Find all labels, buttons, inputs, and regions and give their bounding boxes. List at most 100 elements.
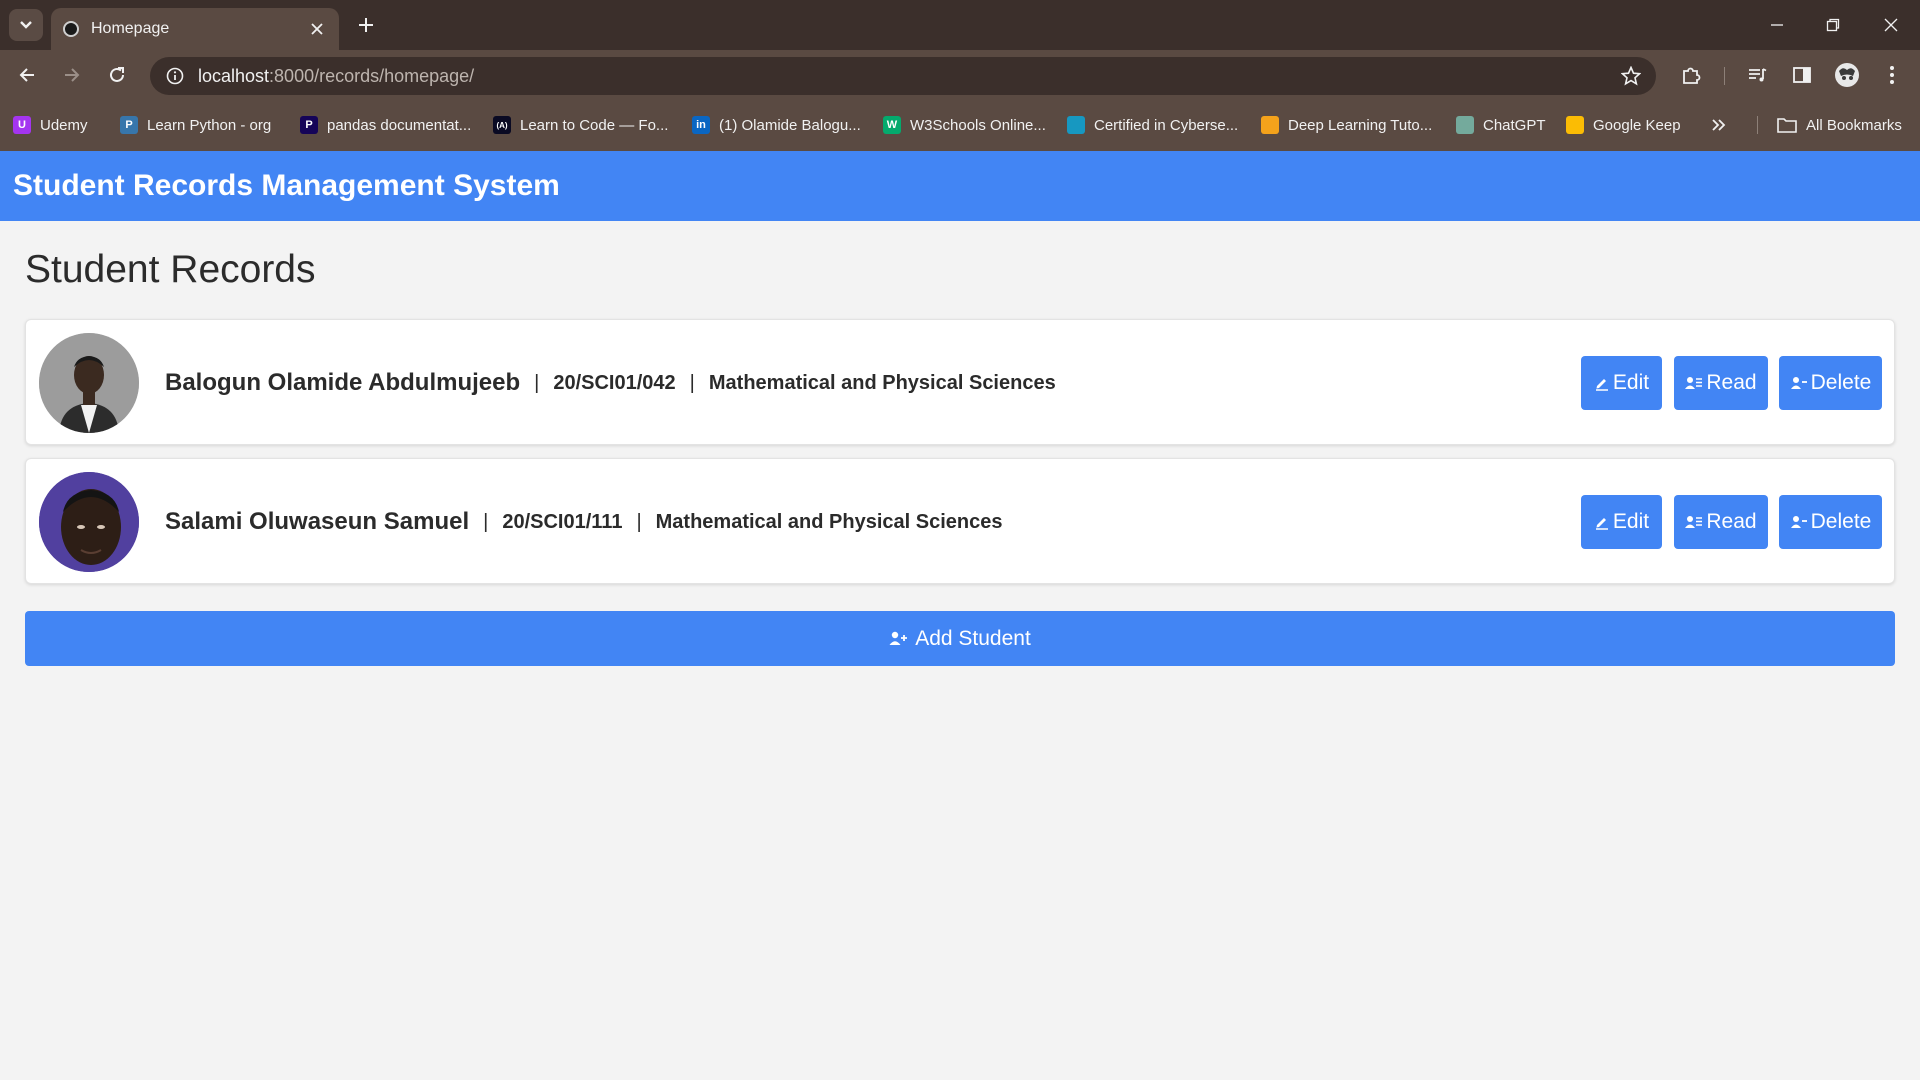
bookmark-star-icon[interactable] <box>1620 65 1642 87</box>
udemy-icon: U <box>13 116 31 134</box>
delete-button-label: Delete <box>1810 371 1872 394</box>
browser-tabstrip: Homepage <box>0 0 1920 50</box>
reload-button[interactable] <box>100 59 134 91</box>
bookmarks-divider <box>1757 116 1758 134</box>
bookmark-item[interactable]: in (1) Olamide Balogu... <box>692 114 861 136</box>
freecodecamp-icon: (A) <box>493 116 511 134</box>
read-button-label: Read <box>1706 510 1757 533</box>
tab-favicon-icon <box>63 21 79 37</box>
bookmark-label: pandas documentat... <box>327 116 472 134</box>
bookmark-label: Google Keep <box>1593 116 1681 134</box>
field-separator: | <box>689 371 695 394</box>
side-panel-icon[interactable] <box>1788 61 1816 89</box>
student-faculty: Mathematical and Physical Sciences <box>655 510 1003 533</box>
close-window-button[interactable] <box>1873 10 1909 40</box>
restore-button[interactable] <box>1815 10 1851 40</box>
back-button[interactable] <box>10 59 44 91</box>
bookmarks-bar: All Bookmarks U Udemy P Learn Python - org P… <box>0 100 1920 151</box>
tab-search-button[interactable] <box>9 9 43 41</box>
bookmark-item[interactable]: Certified in Cyberse... <box>1067 114 1238 136</box>
bookmark-label: Udemy <box>40 116 88 134</box>
bookmark-label: (1) Olamide Balogu... <box>719 116 861 134</box>
address-bar[interactable]: localhost:8000/records/homepage/ <box>150 57 1656 95</box>
edit-button-label: Edit <box>1612 510 1650 533</box>
edit-button-label: Edit <box>1612 371 1650 394</box>
bookmark-label: Certified in Cyberse... <box>1094 116 1239 134</box>
all-bookmarks-button[interactable]: All Bookmarks <box>1777 114 1902 136</box>
folder-icon <box>1777 118 1797 133</box>
delete-button[interactable]: Delete <box>1779 495 1882 549</box>
add-student-label: Add Student <box>915 626 1031 650</box>
browser-menu-icon[interactable] <box>1878 61 1906 89</box>
bookmark-item[interactable]: U Udemy <box>13 114 88 136</box>
student-faculty: Mathematical and Physical Sciences <box>708 371 1056 394</box>
field-separator: | <box>534 371 540 394</box>
w3schools-icon: W <box>883 116 901 134</box>
pencil-icon <box>1595 379 1608 391</box>
keep-icon <box>1566 116 1584 134</box>
close-icon <box>1884 18 1898 32</box>
bookmark-label: ChatGPT <box>1483 116 1546 134</box>
double-chevron-right-icon <box>1712 119 1726 131</box>
site-info-icon[interactable] <box>164 65 186 87</box>
python-icon: P <box>120 116 138 134</box>
arrow-right-icon <box>65 68 80 82</box>
minimize-button[interactable] <box>1759 10 1795 40</box>
cloud-icon <box>1067 116 1085 134</box>
student-record-card: Balogun Olamide Abdulmujeeb | 20/SCI01/0… <box>25 319 1895 445</box>
student-record-info: Salami Oluwaseun Samuel | 20/SCI01/111 |… <box>165 459 1002 585</box>
add-student-button[interactable]: Add Student <box>25 611 1895 666</box>
minimize-icon <box>1771 24 1783 26</box>
student-record-card: Salami Oluwaseun Samuel | 20/SCI01/111 |… <box>25 458 1895 584</box>
bookmark-label: Learn Python - org <box>147 116 272 134</box>
profile-avatar-icon[interactable] <box>1833 61 1861 89</box>
bookmark-item[interactable]: P Learn Python - org <box>120 114 271 136</box>
read-button-label: Read <box>1706 371 1757 394</box>
bookmark-item[interactable]: (A) Learn to Code — Fo... <box>493 114 668 136</box>
app-header: Student Records Management System <box>0 151 1920 221</box>
student-name: Salami Oluwaseun Samuel <box>165 508 470 535</box>
user-minus-icon <box>1790 377 1807 389</box>
student-name: Balogun Olamide Abdulmujeeb <box>165 369 521 396</box>
tab-title: Homepage <box>91 20 170 37</box>
student-record-info: Balogun Olamide Abdulmujeeb | 20/SCI01/0… <box>165 320 1056 446</box>
bookmark-item[interactable]: W W3Schools Online... <box>883 114 1046 136</box>
chatgpt-icon <box>1456 116 1474 134</box>
bookmark-item[interactable]: Google Keep <box>1566 114 1681 136</box>
read-button[interactable]: Read <box>1674 495 1768 549</box>
bookmarks-overflow-button[interactable] <box>1712 114 1726 136</box>
media-control-icon[interactable] <box>1743 61 1771 89</box>
toolbar-divider <box>1724 67 1725 85</box>
bookmark-item[interactable]: Deep Learning Tuto... <box>1261 114 1432 136</box>
student-matric-number: 20/SCI01/111 <box>502 510 623 533</box>
delete-button[interactable]: Delete <box>1779 356 1882 410</box>
forward-button[interactable] <box>55 59 89 91</box>
user-minus-icon <box>1790 516 1807 528</box>
new-tab-button[interactable] <box>351 10 381 40</box>
browser-toolbar: localhost:8000/records/homepage/ <box>0 50 1920 100</box>
bookmark-item[interactable]: Ppandas documentat... <box>300 114 471 136</box>
edit-button[interactable]: Edit <box>1581 356 1662 410</box>
url-text: localhost:8000/records/homepage/ <box>198 65 475 86</box>
reload-icon <box>110 67 124 82</box>
student-avatar <box>39 333 139 433</box>
restore-icon <box>1826 18 1840 32</box>
student-matric-number: 20/SCI01/042 <box>553 371 676 394</box>
bookmark-item[interactable]: ChatGPT <box>1456 114 1546 136</box>
page-title: Student Records <box>25 248 316 291</box>
read-button[interactable]: Read <box>1674 356 1768 410</box>
edit-button[interactable]: Edit <box>1581 495 1662 549</box>
student-avatar <box>39 472 139 572</box>
bookmark-label: Learn to Code — Fo... <box>520 116 669 134</box>
tab-close-icon[interactable] <box>307 19 327 39</box>
arrow-left-icon <box>19 68 34 82</box>
browser-tab-active[interactable]: Homepage <box>51 8 339 50</box>
delete-button-label: Delete <box>1810 510 1872 533</box>
user-plus-icon <box>889 631 908 645</box>
field-separator: | <box>483 510 489 533</box>
plus-icon <box>359 18 373 32</box>
deeplearning-icon <box>1261 116 1279 134</box>
pencil-icon <box>1595 518 1608 530</box>
extensions-icon[interactable] <box>1677 61 1705 89</box>
field-separator: | <box>636 510 642 533</box>
